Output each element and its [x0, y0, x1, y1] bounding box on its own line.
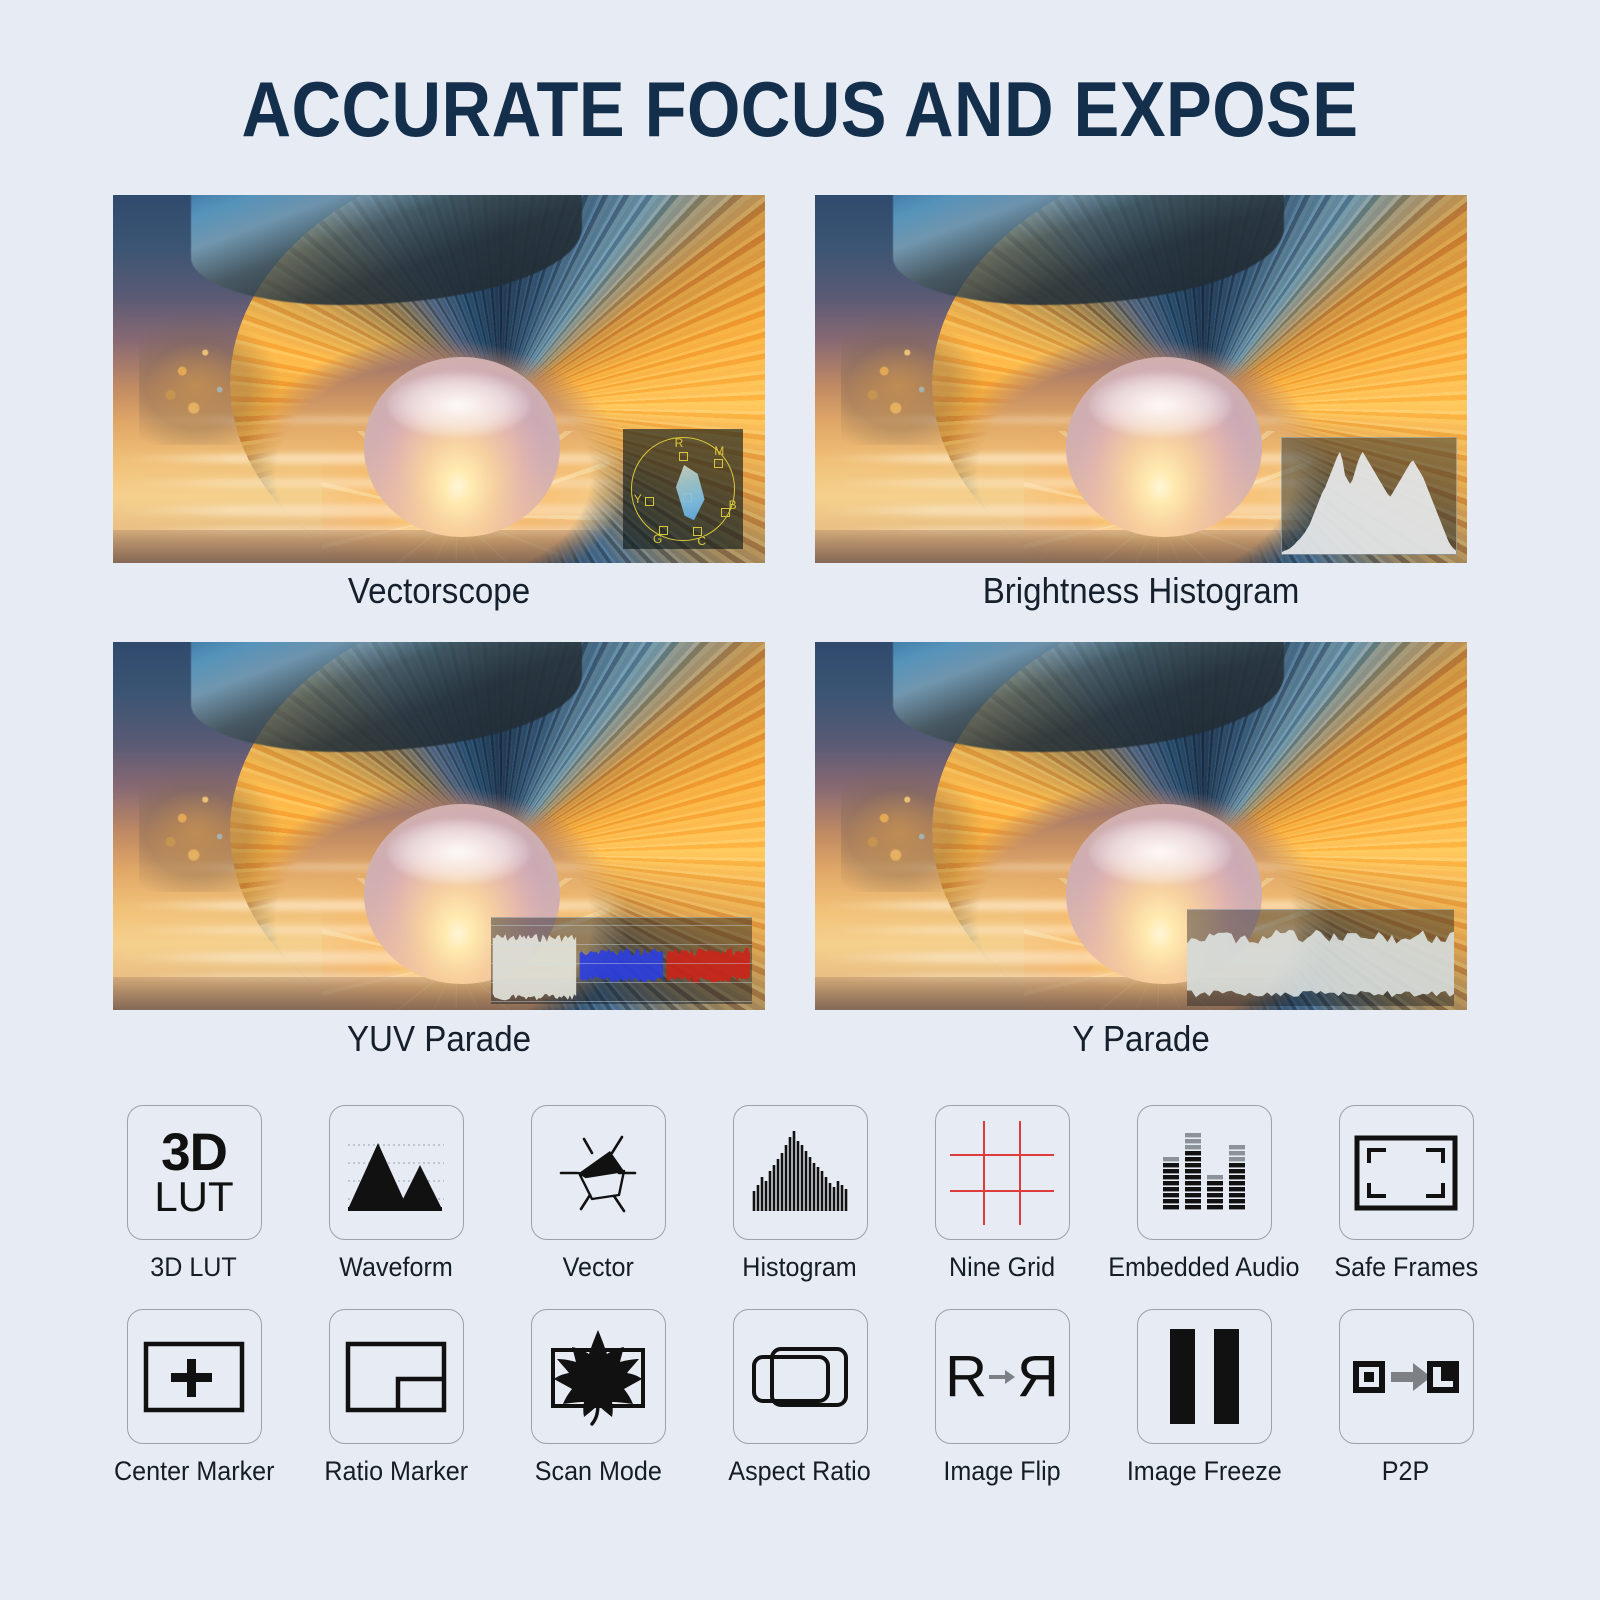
yuv-parade-traces	[492, 933, 751, 1001]
embedded-audio-icon[interactable]	[1136, 1105, 1272, 1240]
parade-gridline	[491, 981, 752, 983]
tube-cloud	[386, 818, 531, 885]
arrow-right-icon	[989, 1369, 1015, 1384]
feature-row-2: Center Marker Ratio Marker Scan Mode Asp…	[0, 1309, 1600, 1487]
feature-center-marker[interactable]: Center Marker	[114, 1309, 274, 1487]
preview-panel-yuv-parade	[113, 642, 765, 1010]
feature-label: 3D LUT	[150, 1252, 238, 1282]
feature-label: Image Freeze	[1126, 1456, 1282, 1486]
image-freeze-icon[interactable]	[1136, 1309, 1272, 1444]
feature-image-flip[interactable]: R R Image Flip	[934, 1309, 1070, 1487]
vectorscope-target-box	[644, 497, 654, 507]
parade-gridline	[491, 924, 752, 926]
y-parade-trace	[1186, 929, 1454, 998]
p2p-icon[interactable]	[1338, 1309, 1474, 1444]
vectorscope-label-y: Y	[633, 491, 642, 506]
vectorscope-overlay[interactable]: R M B C G Y	[623, 429, 743, 549]
feature-label: Scan Mode	[534, 1456, 662, 1486]
panel-caption-vectorscope: Vectorscope	[347, 570, 531, 611]
y-parade-overlay[interactable]	[1186, 909, 1454, 1006]
panel-caption-brightness-histogram: Brightness Histogram	[982, 570, 1300, 611]
vectorscope-target-box	[714, 459, 724, 468]
feature-aspect-ratio[interactable]: Aspect Ratio	[729, 1309, 871, 1487]
page-title: ACCURATE FOCUS AND EXPOSE	[241, 65, 1359, 153]
3d-lut-icon[interactable]: 3D LUT	[126, 1105, 262, 1240]
vectorscope-target-box	[679, 451, 689, 461]
feature-label: Center Marker	[113, 1456, 275, 1486]
feature-label: Safe Frames	[1334, 1252, 1478, 1282]
vectorscope-target-box	[659, 526, 668, 536]
feature-label: P2P	[1382, 1456, 1430, 1486]
feature-label: Ratio Marker	[324, 1456, 468, 1486]
3d-lut-icon-top: 3D	[161, 1122, 228, 1182]
feature-scan-mode[interactable]: Scan Mode	[530, 1309, 666, 1487]
feature-3d-lut[interactable]: 3D LUT 3D LUT	[126, 1105, 262, 1283]
feature-label: Aspect Ratio	[728, 1456, 872, 1486]
wave-splash	[841, 759, 985, 893]
feature-nine-grid[interactable]: Nine Grid	[934, 1105, 1070, 1283]
feature-histogram[interactable]: Histogram	[732, 1105, 868, 1283]
feature-embedded-audio[interactable]: Embedded Audio	[1108, 1105, 1300, 1283]
preview-panel-y-parade	[815, 642, 1467, 1010]
vectorscope-label-c: C	[697, 533, 707, 548]
tube-cloud	[1088, 818, 1233, 885]
vectorscope-label-r: R	[674, 436, 684, 451]
vectorscope-label-m: M	[714, 443, 725, 458]
wave-splash	[139, 759, 283, 893]
center-marker-icon[interactable]	[126, 1309, 262, 1444]
waveform-icon[interactable]	[328, 1105, 464, 1240]
tube-cloud	[386, 371, 531, 438]
ratio-marker-icon[interactable]	[328, 1309, 464, 1444]
parade-gridline	[491, 962, 752, 964]
feature-label: Image Flip	[943, 1456, 1061, 1486]
feature-label: Embedded Audio	[1108, 1252, 1300, 1282]
pause-bar	[1169, 1329, 1195, 1424]
feature-ratio-marker[interactable]: Ratio Marker	[324, 1309, 468, 1487]
brightness-histogram-overlay[interactable]	[1281, 437, 1457, 555]
wave-splash	[841, 312, 985, 446]
feature-label: Histogram	[742, 1252, 858, 1282]
3d-lut-icon-bottom: LUT	[154, 1172, 234, 1220]
preview-panel-brightness-histogram	[815, 195, 1467, 563]
scan-mode-icon[interactable]	[530, 1309, 666, 1444]
safe-frames-icon[interactable]	[1338, 1105, 1474, 1240]
tube-cloud	[1088, 371, 1233, 438]
feature-icon-grid: 3D LUT 3D LUT Waveform Vector Histogram …	[0, 1105, 1600, 1487]
feature-image-freeze[interactable]: Image Freeze	[1127, 1309, 1281, 1487]
aspect-ratio-icon[interactable]	[732, 1309, 868, 1444]
feature-label: Vector	[562, 1252, 634, 1282]
nine-grid-icon[interactable]	[934, 1105, 1070, 1240]
feature-waveform[interactable]: Waveform	[328, 1105, 464, 1283]
vectorscope-target-box	[692, 527, 702, 537]
histogram-curve	[1282, 451, 1456, 554]
vectorscope-target-box	[721, 508, 731, 518]
panel-caption-y-parade: Y Parade	[1072, 1018, 1210, 1059]
wave-splash	[139, 312, 283, 446]
panel-caption-yuv-parade: YUV Parade	[346, 1018, 532, 1059]
histogram-icon[interactable]	[732, 1105, 868, 1240]
preview-panel-vectorscope: R M B C G Y	[113, 195, 765, 563]
feature-label: Nine Grid	[948, 1252, 1056, 1282]
feature-label: Waveform	[339, 1252, 453, 1282]
vector-icon[interactable]	[530, 1105, 666, 1240]
promo-page: ACCURATE FOCUS AND EXPOSE R M B C G Y Ve…	[0, 0, 1600, 1600]
feature-safe-frames[interactable]: Safe Frames	[1334, 1105, 1478, 1283]
image-flip-glyph-left: R	[945, 1344, 987, 1409]
parade-gridline	[491, 1000, 752, 1002]
feature-p2p[interactable]: P2P	[1338, 1309, 1474, 1487]
feature-vector[interactable]: Vector	[530, 1105, 666, 1283]
vectorscope-label-g: G	[653, 532, 663, 547]
image-flip-glyph-right: R	[1017, 1344, 1059, 1409]
pause-bar	[1213, 1329, 1239, 1424]
parade-gridline	[491, 943, 752, 945]
feature-row-1: 3D LUT 3D LUT Waveform Vector Histogram …	[0, 1105, 1600, 1283]
yuv-parade-overlay[interactable]	[491, 917, 752, 1004]
image-flip-icon[interactable]: R R	[934, 1309, 1070, 1444]
